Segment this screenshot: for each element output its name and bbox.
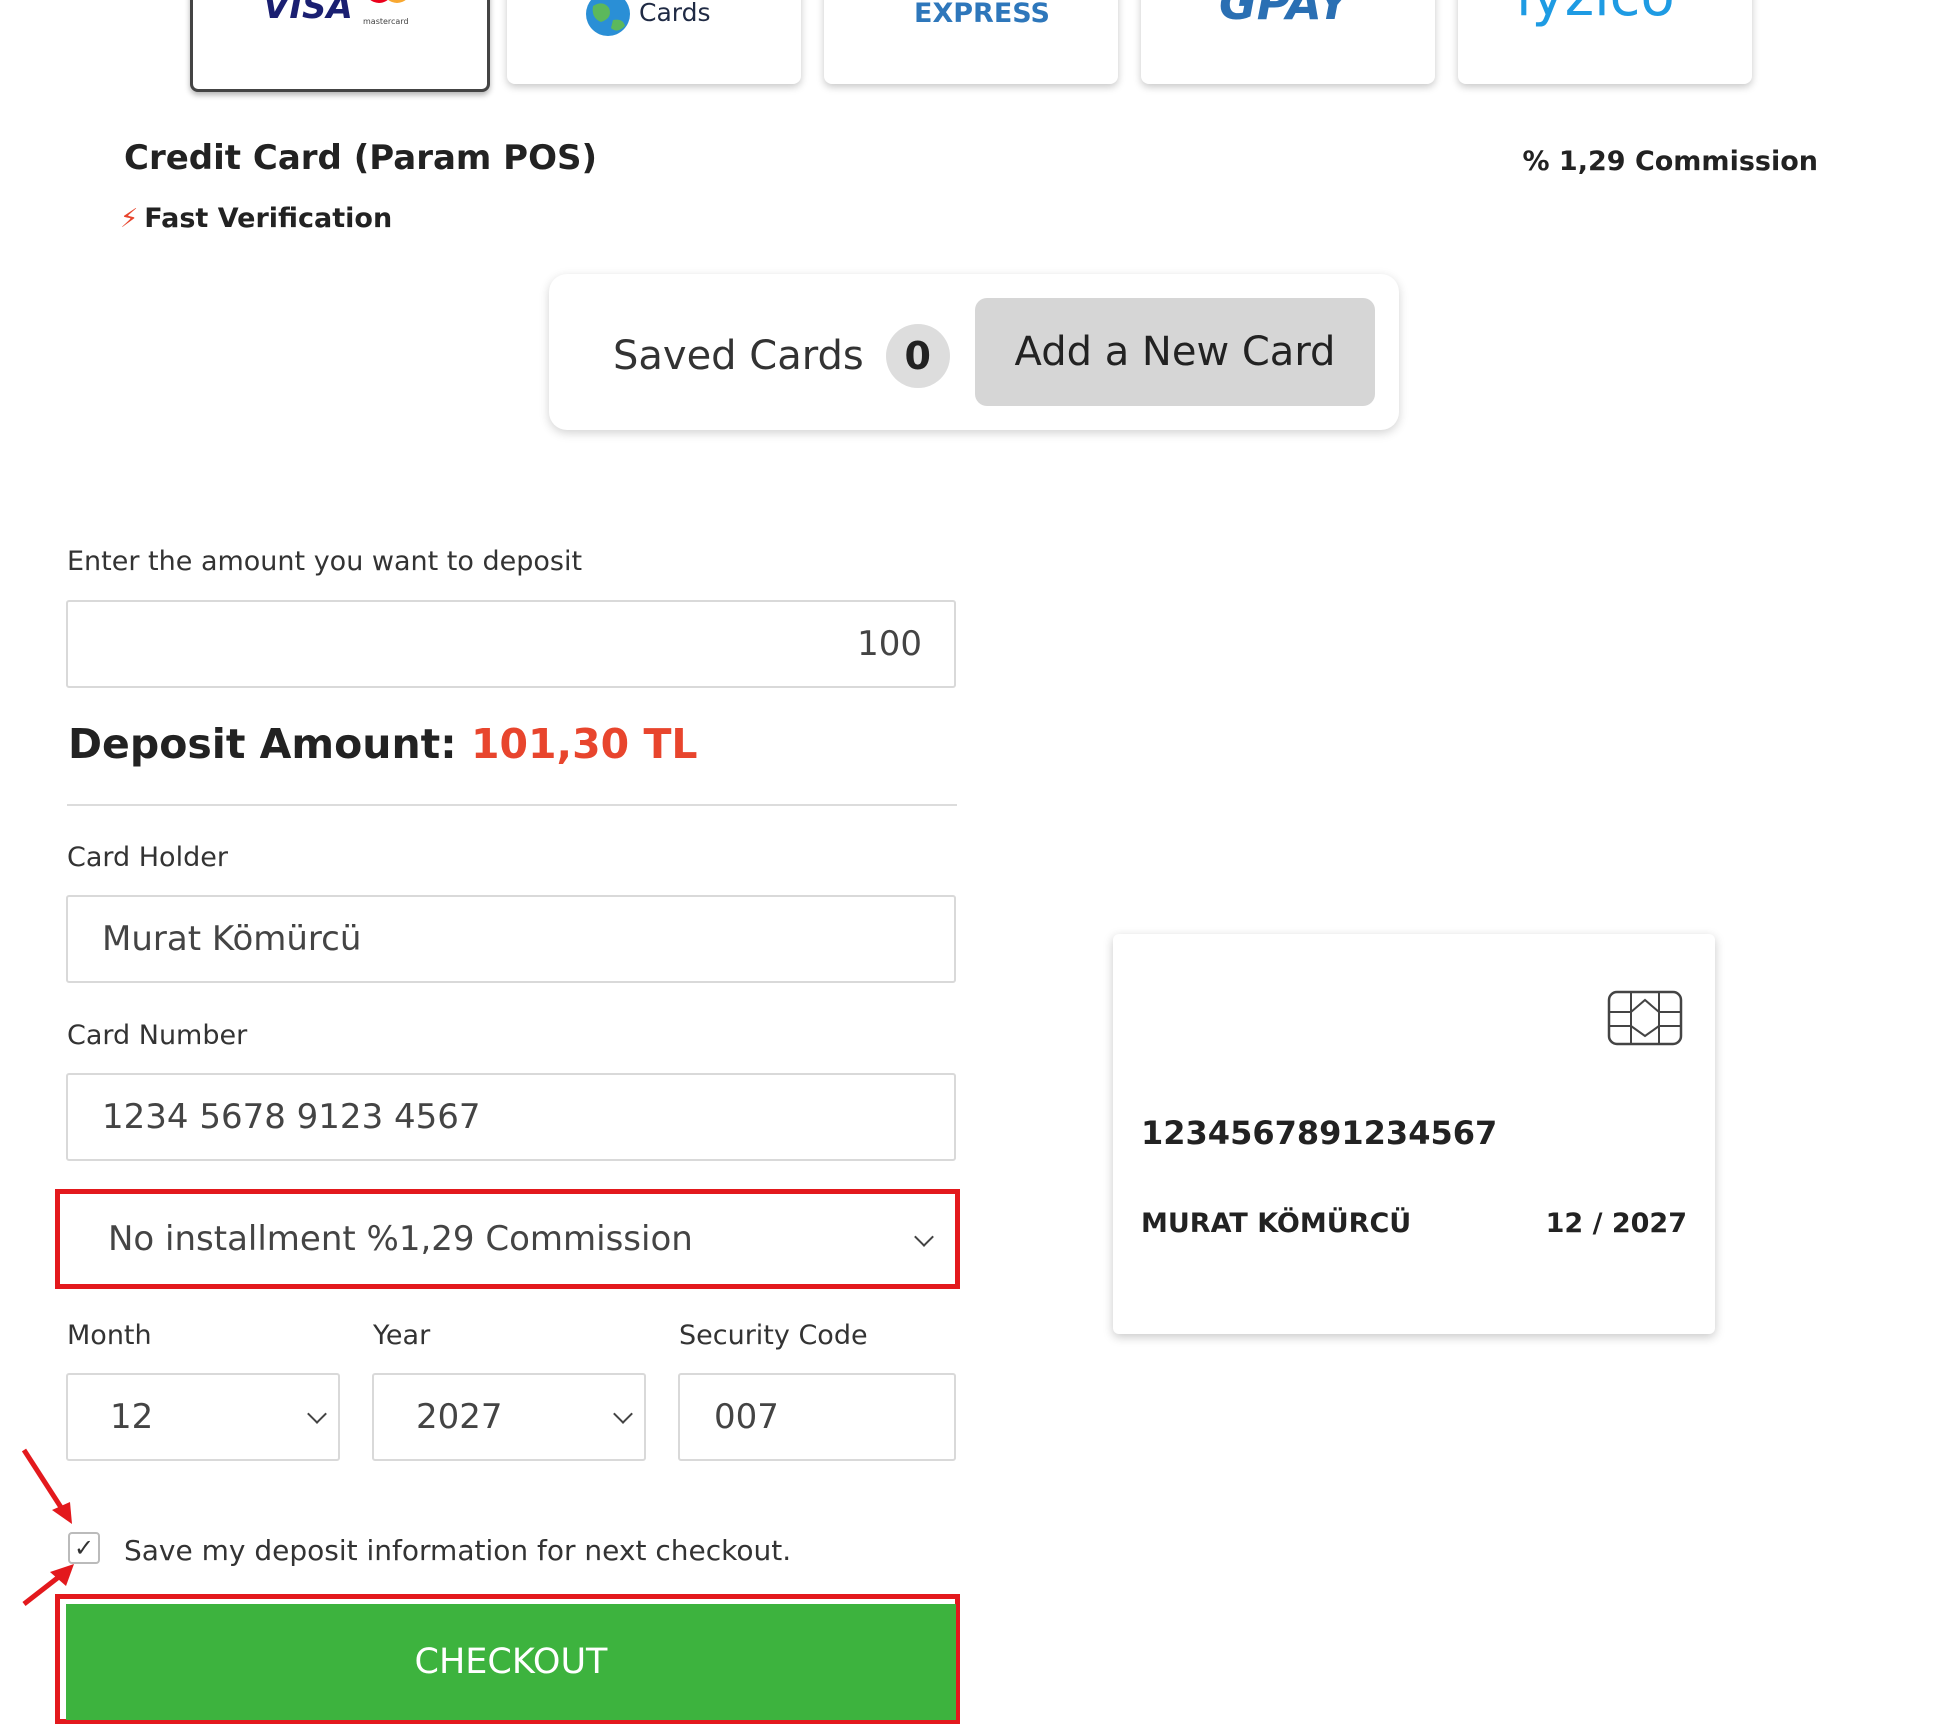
card-holder-label: Card Holder: [67, 842, 228, 873]
card-holder-input[interactable]: Murat Kömürcü: [66, 895, 956, 983]
tab-saved-cards[interactable]: Saved Cards 0: [613, 324, 950, 388]
payment-method-iyzico[interactable]: iyzico: [1458, 0, 1752, 84]
lightning-icon: ⚡: [120, 203, 139, 234]
globe-icon: [583, 0, 633, 44]
card-preview-number: 1234567891234567: [1141, 1114, 1498, 1152]
saved-cards-count-badge: 0: [885, 324, 950, 388]
card-preview-holder: MURAT KÖMÜRCÜ: [1141, 1208, 1412, 1239]
amex-logo-text: EXPRESS: [914, 0, 1050, 29]
mastercard-caption: mastercard: [363, 17, 409, 26]
card-number-input[interactable]: 1234 5678 9123 4567: [66, 1073, 956, 1161]
card-number-value: 1234 5678 9123 4567: [102, 1097, 481, 1137]
card-source-tabs: Saved Cards 0 Add a New Card: [549, 274, 1399, 430]
checkmark-icon: ✓: [73, 1534, 95, 1562]
saved-cards-label: Saved Cards: [613, 333, 864, 379]
deposit-amount-label: Deposit Amount:: [68, 720, 457, 768]
security-code-label: Security Code: [679, 1320, 868, 1351]
fast-verification-label: Fast Verification: [144, 203, 393, 234]
fast-verification: ⚡ Fast Verification: [120, 203, 392, 234]
deposit-amount-value: 101,30 TL: [470, 720, 698, 768]
card-preview: 1234567891234567 MURAT KÖMÜRCÜ 12 / 2027: [1113, 934, 1715, 1334]
chevron-down-icon: [613, 1404, 633, 1424]
installment-value: No installment %1,29 Commission: [108, 1219, 693, 1259]
security-code-value: 007: [714, 1397, 779, 1437]
tab-add-new-card[interactable]: Add a New Card: [975, 298, 1375, 406]
amount-value: 100: [857, 624, 922, 664]
payment-method-title: Credit Card (Param POS): [124, 138, 598, 178]
payment-method-visa-mastercard[interactable]: VISA mastercard: [190, 0, 490, 92]
security-code-input[interactable]: 007: [678, 1373, 956, 1461]
annotation-arrow-icon: [21, 1448, 72, 1524]
card-preview-expiry: 12 / 2027: [1545, 1208, 1687, 1239]
amount-label: Enter the amount you want to deposit: [67, 546, 583, 577]
payment-method-gpay[interactable]: GPAY: [1141, 0, 1435, 84]
chevron-down-icon: [307, 1404, 327, 1424]
payment-method-cards[interactable]: Cards: [507, 0, 801, 84]
installment-select[interactable]: No installment %1,29 Commission: [62, 1196, 953, 1282]
card-holder-value: Murat Kömürcü: [102, 919, 362, 959]
gpay-logo-text: GPAY: [1219, 0, 1350, 30]
month-value: 12: [110, 1397, 154, 1437]
chip-icon: [1607, 990, 1683, 1046]
commission-rate: % 1,29 Commission: [1522, 146, 1818, 177]
cards-logo-text: Cards: [639, 0, 711, 27]
divider: [67, 804, 957, 806]
visa-logo: VISA: [263, 0, 353, 27]
payment-method-american-express[interactable]: EXPRESS: [824, 0, 1118, 84]
card-number-label: Card Number: [67, 1020, 248, 1051]
year-select[interactable]: 2027: [372, 1373, 646, 1461]
save-info-checkbox[interactable]: ✓: [68, 1532, 100, 1564]
month-label: Month: [67, 1320, 152, 1351]
month-select[interactable]: 12: [66, 1373, 340, 1461]
checkout-button[interactable]: CHECKOUT: [66, 1604, 956, 1720]
year-label: Year: [373, 1320, 431, 1351]
chevron-down-icon: [914, 1227, 934, 1247]
year-value: 2027: [416, 1397, 503, 1437]
mastercard-logo: [361, 0, 417, 13]
iyzico-logo-text: iyzico: [1516, 0, 1675, 29]
amount-input[interactable]: 100: [66, 600, 956, 688]
deposit-amount: Deposit Amount: 101,30 TL: [68, 720, 698, 768]
save-info-label: Save my deposit information for next che…: [124, 1534, 792, 1567]
